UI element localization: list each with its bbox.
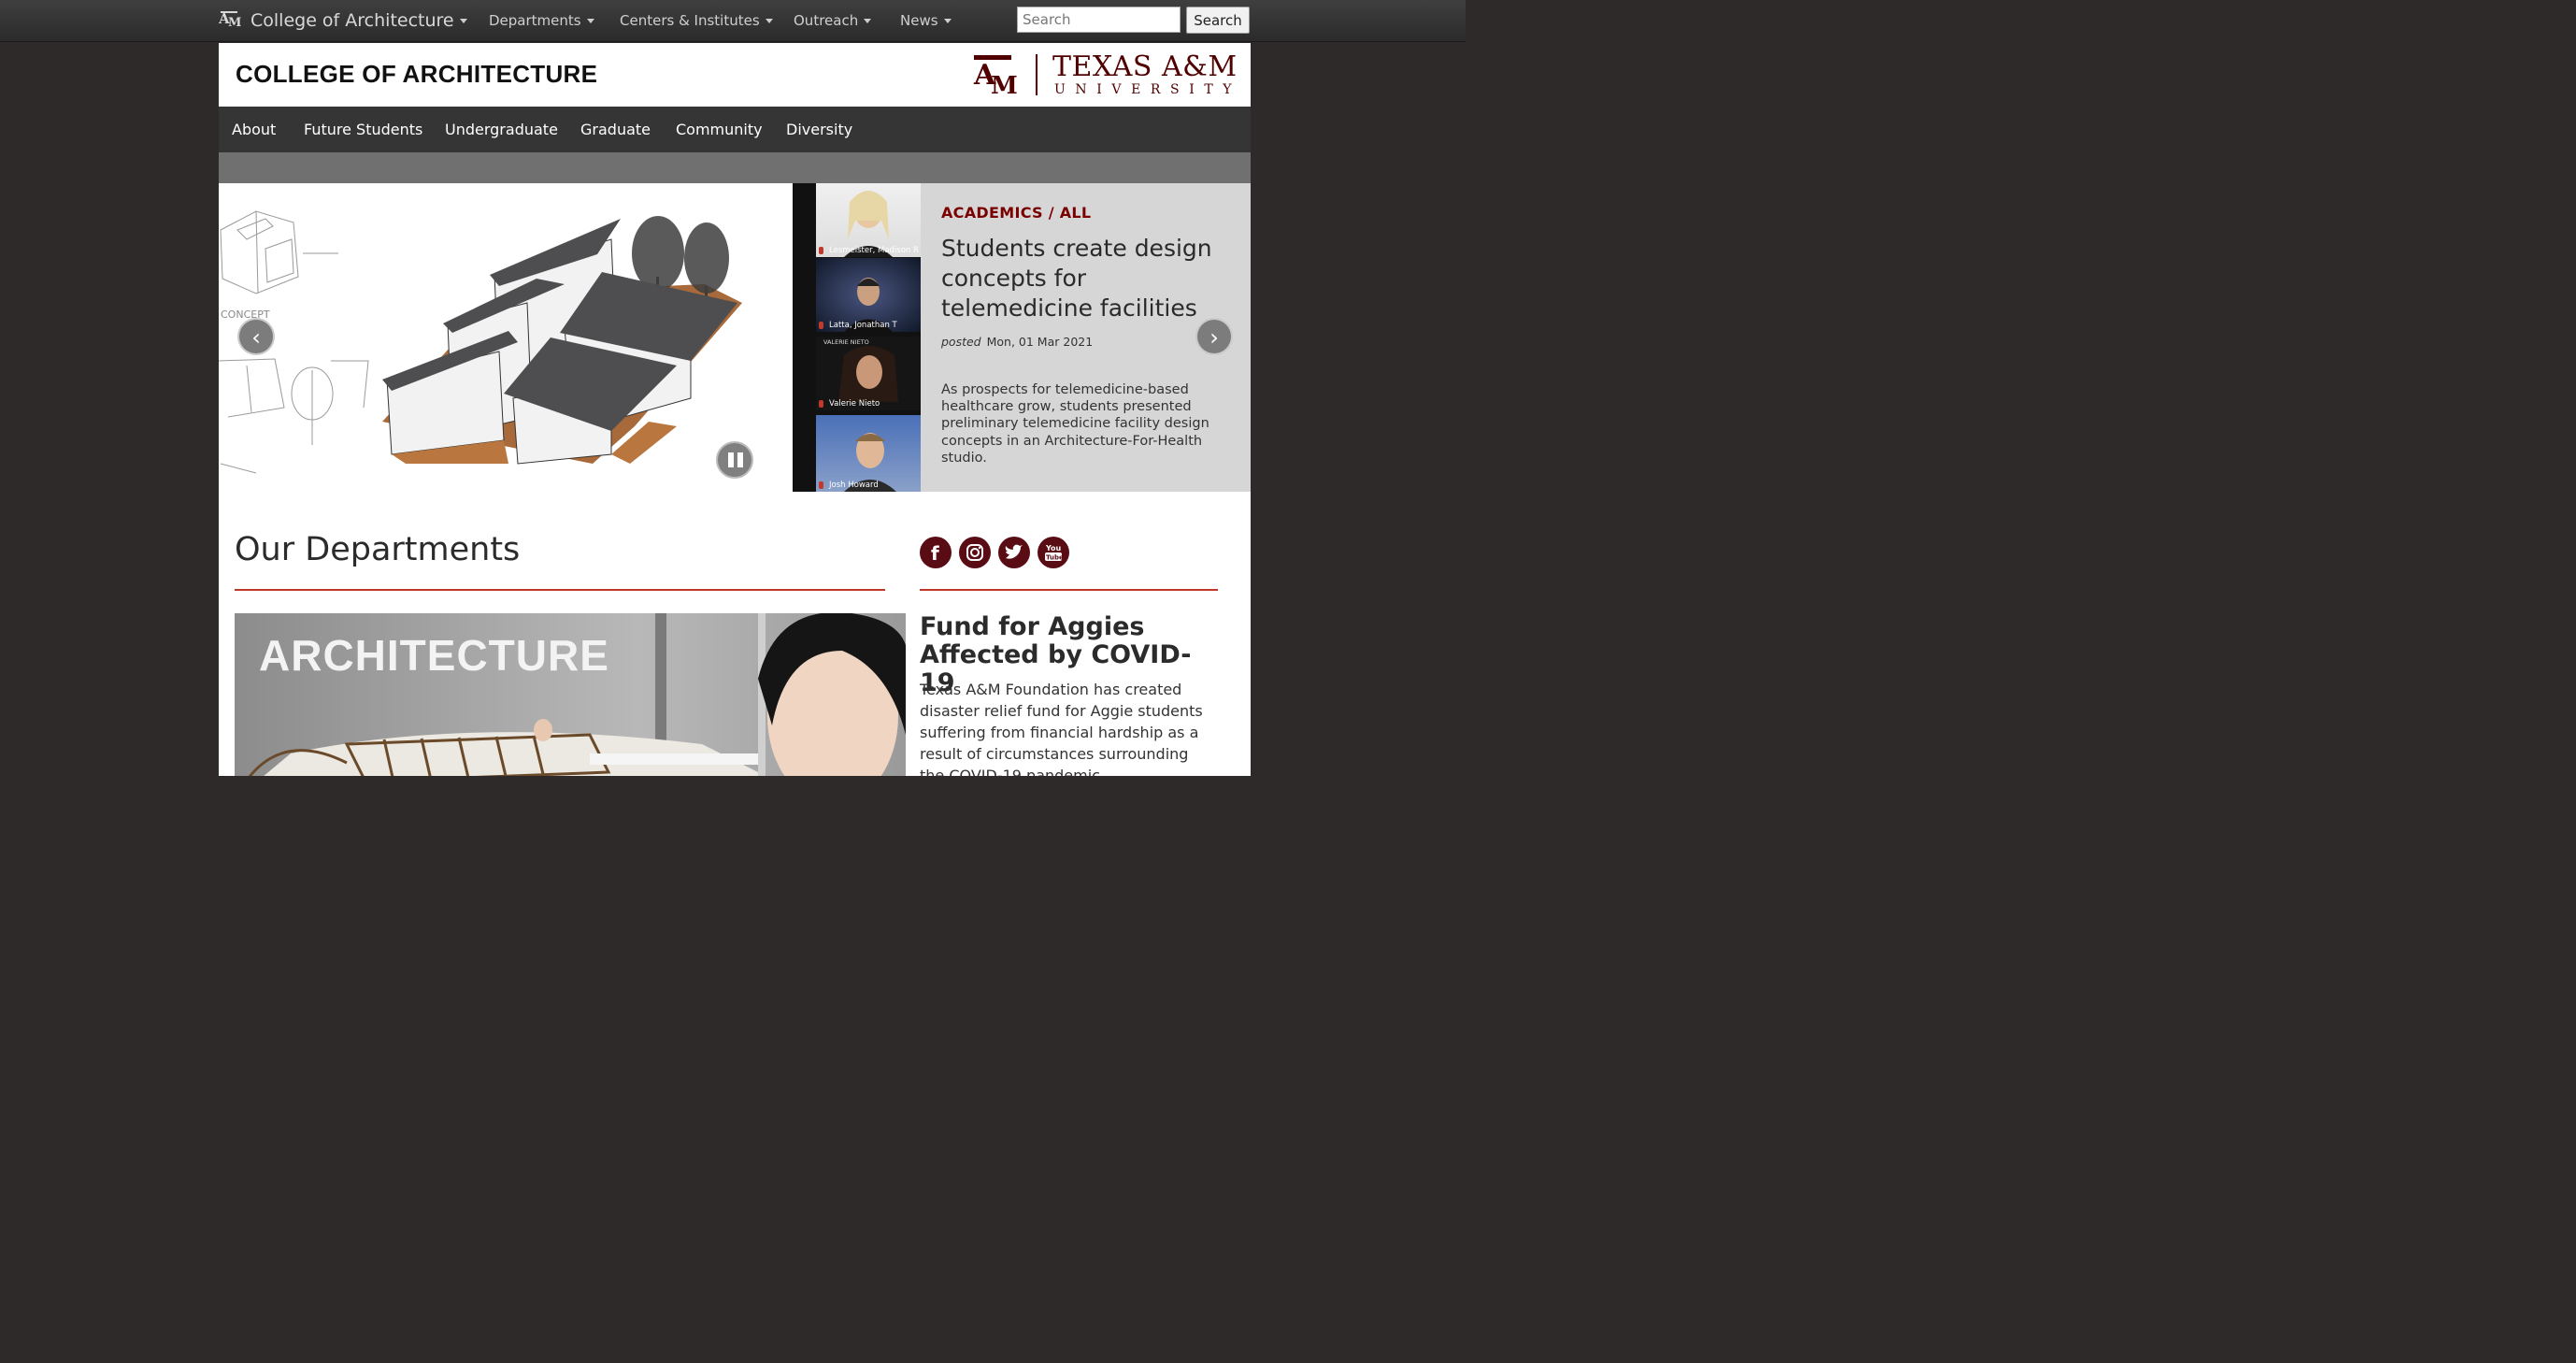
site-title[interactable]: COLLEGE OF ARCHITECTURE	[236, 60, 597, 89]
departments-divider	[235, 589, 885, 591]
participant-header: VALERIE NIETO	[823, 338, 869, 346]
participant-name: Latta, Jonathan T	[829, 321, 897, 330]
mic-muted-icon	[819, 481, 823, 489]
mic-muted-icon	[819, 247, 823, 254]
college-menu[interactable]: A M College of Architecture	[218, 0, 467, 42]
svg-text:Tube: Tube	[1046, 554, 1064, 562]
menu-outreach[interactable]: Outreach	[794, 0, 872, 41]
posted-label: posted	[941, 335, 981, 349]
university-name-line1: TEXAS A&M	[1052, 50, 1238, 83]
department-feature-architecture[interactable]: ARCHITECTURE	[235, 613, 906, 776]
university-name-line2: UNIVERSITY	[1054, 82, 1242, 97]
participant-name: Valerie Nieto	[829, 399, 880, 409]
mic-muted-icon	[819, 322, 823, 329]
slide-image[interactable]: CONCEPT ‹	[219, 183, 793, 492]
slide-description: As prospects for telemedicine-based heal…	[941, 382, 1209, 466]
video-call-panel: Lesmeister, Madison R Latta, Jonathan T …	[793, 183, 921, 492]
nav-undergraduate[interactable]: Undergraduate	[445, 107, 558, 152]
menu-news[interactable]: News	[900, 0, 952, 41]
news-carousel: CONCEPT ‹ Lesmeister, Madison R Latta, J…	[219, 183, 1251, 492]
video-tile: Latta, Jonathan T	[816, 258, 921, 332]
mic-muted-icon	[819, 400, 823, 408]
carousel-pause-button[interactable]	[716, 441, 753, 479]
nav-graduate[interactable]: Graduate	[580, 107, 651, 152]
masthead: COLLEGE OF ARCHITECTURE A M TEXAS A&M UN…	[219, 43, 1251, 107]
fund-body: Texas A&M Foundation has created disaste…	[920, 681, 1203, 776]
main-container: COLLEGE OF ARCHITECTURE A M TEXAS A&M UN…	[219, 43, 1251, 776]
texas-am-university-logo[interactable]: A M TEXAS A&M UNIVERSITY	[972, 50, 1242, 98]
participant-name: Lesmeister, Madison R	[829, 246, 919, 255]
chevron-down-icon	[765, 19, 773, 23]
chevron-down-icon	[943, 19, 952, 23]
youtube-icon[interactable]: You Tube	[1038, 537, 1069, 568]
subnav-bar	[219, 152, 1251, 183]
posted-date: Mon, 01 Mar 2021	[986, 335, 1094, 349]
video-tile: Lesmeister, Madison R	[816, 183, 921, 257]
social-divider	[920, 589, 1218, 591]
pause-icon-bar	[737, 452, 743, 467]
slide-caption: ACADEMICS / ALL Students create design c…	[921, 183, 1251, 492]
search-button[interactable]: Search	[1186, 7, 1250, 34]
main-nav: About Future Students Undergraduate Grad…	[219, 107, 1251, 152]
menu-centers-label: Centers & Institutes	[620, 12, 760, 29]
svg-text:You: You	[1045, 544, 1062, 552]
chevron-down-icon	[459, 19, 467, 23]
video-tile: Josh Howard	[816, 415, 921, 492]
facebook-icon[interactable]: f	[920, 537, 952, 568]
video-tile: VALERIE NIETO Valerie Nieto	[816, 337, 921, 410]
atm-logo-icon: A M	[218, 1, 241, 42]
menu-departments[interactable]: Departments	[489, 0, 594, 41]
departments-heading: Our Departments	[235, 531, 521, 568]
menu-departments-label: Departments	[489, 12, 581, 29]
menu-outreach-label: Outreach	[794, 12, 859, 29]
chevron-down-icon	[864, 19, 872, 23]
instagram-icon[interactable]	[959, 537, 991, 568]
slide-category-link[interactable]: ACADEMICS / ALL	[941, 204, 1091, 222]
logo-divider	[1036, 54, 1038, 95]
twitter-icon[interactable]	[998, 537, 1030, 568]
svg-text:M: M	[991, 72, 1018, 97]
nav-community[interactable]: Community	[676, 107, 763, 152]
slide-title-link[interactable]: Students create design concepts for tele…	[941, 234, 1240, 323]
chevron-down-icon	[586, 19, 594, 23]
building-rendering: CONCEPT	[219, 210, 742, 474]
carousel-next-button[interactable]: ›	[1195, 318, 1233, 355]
menu-centers-institutes[interactable]: Centers & Institutes	[620, 0, 773, 41]
nav-future-students[interactable]: Future Students	[304, 107, 422, 152]
menu-news-label: News	[900, 12, 938, 29]
top-bar: A M College of Architecture Departments …	[0, 0, 1466, 42]
pause-icon	[728, 452, 734, 467]
nav-about[interactable]: About	[232, 107, 276, 152]
svg-text:M: M	[228, 16, 241, 27]
carousel-prev-button[interactable]: ‹	[237, 318, 275, 355]
nav-diversity[interactable]: Diversity	[786, 107, 852, 152]
slide-posted-meta: posted Mon, 01 Mar 2021	[941, 335, 1093, 349]
participant-name: Josh Howard	[829, 481, 879, 490]
atm-logo-icon: A M	[973, 55, 1018, 97]
department-label: ARCHITECTURE	[259, 631, 609, 680]
college-menu-label: College of Architecture	[250, 10, 454, 31]
search-input[interactable]	[1017, 7, 1181, 33]
svg-text:f: f	[931, 542, 939, 565]
